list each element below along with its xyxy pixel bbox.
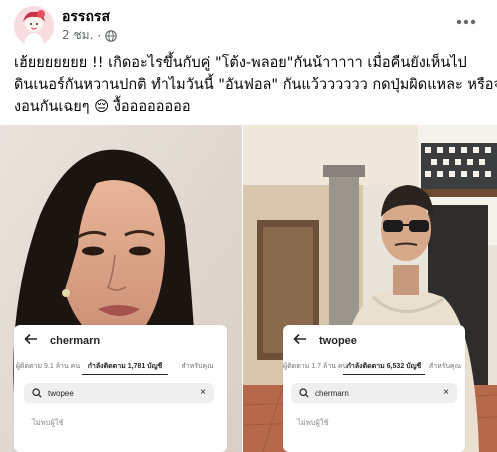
photo-left[interactable]: chermarn ผู้ติดตาม 9.1 ล้าน คน กำลังติดต… (0, 125, 242, 452)
search-input[interactable]: twopee × (24, 383, 214, 403)
no-results-text: ไม่พบผู้ใช้ (297, 418, 329, 427)
ig-tabs: ผู้ติดตาม 9.1 ล้าน คน กำลังติดตาม 1,781 … (14, 357, 227, 375)
more-options-button[interactable] (454, 10, 478, 34)
tab-following[interactable]: กำลังติดตาม 1,781 บัญชี (82, 357, 168, 375)
post-text-line: เฮ้ยยยยยยย !! เกิดอะไรขึ้นกับคู่ "โต้ง-พ… (14, 55, 467, 71)
tab-for-you[interactable]: สำหรับคุณ (168, 357, 227, 375)
search-icon (32, 388, 42, 398)
clear-search-icon[interactable]: × (443, 387, 449, 399)
post-time[interactable]: 2 ชม. (62, 26, 93, 45)
post-text: เฮ้ยยยยยยย !! เกิดอะไรขึ้นกับคู่ "โต้ง-พ… (14, 52, 497, 118)
post-media: chermarn ผู้ติดตาม 9.1 ล้าน คน กำลังติดต… (0, 125, 497, 452)
post-text-line: ดินเนอร์กันหวานปกติ ทำไมวันนี้ "อันฟอล" … (14, 77, 497, 93)
no-results-text: ไม่พบผู้ใช้ (32, 418, 64, 427)
post-header: อรรถรส 2 ชม. · (0, 0, 497, 46)
tab-for-you[interactable]: สำหรับคุณ (425, 357, 465, 375)
ig-username: chermarn (50, 335, 101, 347)
search-value: chermarn (315, 388, 349, 398)
arrow-left-icon[interactable] (293, 333, 307, 349)
page-name[interactable]: อรรถรส (62, 6, 110, 28)
clear-search-icon[interactable]: × (200, 387, 206, 399)
meta-separator: · (97, 28, 102, 43)
ig-username: twopee (319, 335, 357, 347)
page-avatar[interactable] (14, 6, 54, 46)
search-icon (299, 388, 309, 398)
photo-right[interactable]: twopee ผู้ติดตาม 1.7 ล้าน คน กำลังติดตาม… (243, 125, 497, 452)
search-value: twopee (48, 388, 74, 398)
ig-header: twopee (293, 333, 357, 349)
globe-icon (105, 29, 117, 42)
tab-followers[interactable]: ผู้ติดตาม 9.1 ล้าน คน (14, 357, 82, 375)
instagram-following-card: twopee ผู้ติดตาม 1.7 ล้าน คน กำลังติดตาม… (283, 325, 465, 452)
ig-tabs: ผู้ติดตาม 1.7 ล้าน คน กำลังติดตาม 6,532 … (283, 357, 465, 375)
ig-header: chermarn (24, 333, 100, 349)
tab-followers[interactable]: ผู้ติดตาม 1.7 ล้าน คน (283, 357, 347, 375)
arrow-left-icon[interactable] (24, 333, 38, 349)
post-text-line: งอนกันเฉยๆ 😔 งื้ออออออออ (14, 99, 191, 115)
avatar-illustration (14, 6, 54, 46)
instagram-following-card: chermarn ผู้ติดตาม 9.1 ล้าน คน กำลังติดต… (14, 325, 227, 452)
tab-following[interactable]: กำลังติดตาม 6,532 บัญชี (343, 357, 425, 375)
post-meta: 2 ชม. · (62, 26, 117, 45)
search-input[interactable]: chermarn × (291, 383, 457, 403)
more-horizontal-icon (456, 19, 476, 25)
